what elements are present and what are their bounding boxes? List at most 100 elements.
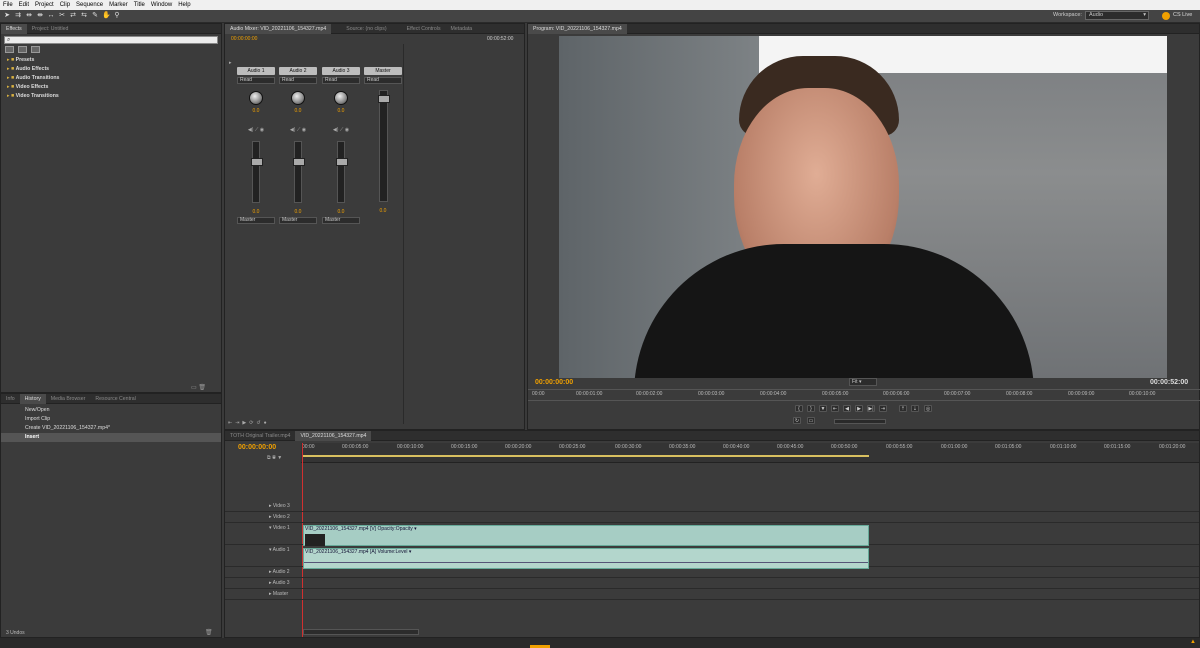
pan-knob[interactable] (334, 91, 348, 105)
pan-value[interactable]: 0.0 (322, 108, 360, 114)
mute-solo-record-icons[interactable]: ◀) ⟋ ◉ (279, 127, 317, 133)
fader-handle[interactable] (336, 158, 348, 166)
yuv-effects-icon[interactable] (31, 46, 40, 53)
pan-knob[interactable] (249, 91, 263, 105)
video-clip[interactable]: VID_20221106_154327.mp4 [V] Opacity:Opac… (303, 525, 869, 546)
tab-metadata[interactable]: Metadata (446, 24, 478, 34)
automation-select[interactable]: Read (279, 77, 317, 84)
safe-margins-icon[interactable]: ▭ (807, 417, 815, 424)
32bit-effects-icon[interactable] (18, 46, 27, 53)
marker-icon[interactable]: ▼ (819, 405, 827, 412)
zoom-slider[interactable] (303, 629, 419, 635)
tab-effect-controls[interactable]: Effect Controls (402, 24, 446, 34)
timeline-timecode[interactable]: 00:00:00:00 (238, 444, 276, 451)
timeline-ruler[interactable]: 00:00 00:00:05:00 00:00:10:00 00:00:15:0… (301, 443, 1199, 463)
cs-live-link[interactable]: CS Live (1173, 12, 1192, 18)
step-back-icon[interactable]: ◀ (843, 405, 851, 412)
trash-icon[interactable]: 🗑 (205, 629, 213, 636)
rolling-edit-icon[interactable]: ⇼ (36, 12, 44, 20)
tab-info[interactable]: Info (1, 394, 20, 404)
razor-icon[interactable]: ✂ (58, 12, 66, 20)
tab-resource-central[interactable]: Resource Central (90, 394, 140, 404)
tree-item-audio-effects[interactable]: Audio Effects (1, 65, 221, 74)
level-value[interactable]: 0.0 (322, 209, 360, 215)
level-value[interactable]: 0.0 (279, 209, 317, 215)
fader-handle[interactable] (251, 158, 263, 166)
effects-search-input[interactable]: ⌕ (4, 36, 218, 44)
expand-arrow-icon[interactable]: ▸ (229, 60, 232, 66)
step-forward-icon[interactable]: ▶| (867, 405, 875, 412)
work-area-bar[interactable] (303, 455, 869, 457)
go-to-out-icon[interactable]: ⇥ (879, 405, 887, 412)
history-item[interactable]: New/Open (1, 406, 221, 415)
menu-sequence[interactable]: Sequence (76, 2, 103, 8)
loop-icon[interactable]: ↻ (793, 417, 801, 424)
menu-edit[interactable]: Edit (19, 2, 29, 8)
tree-item-presets[interactable]: Presets (1, 56, 221, 65)
mark-in-icon[interactable]: { (795, 405, 803, 412)
workspace-select[interactable]: Audio ▾ (1085, 11, 1149, 20)
lift-icon[interactable]: ⇡ (899, 405, 907, 412)
play-icon[interactable]: ▶ (855, 405, 863, 412)
menu-project[interactable]: Project (35, 2, 54, 8)
rate-stretch-icon[interactable]: ↔ (47, 12, 55, 20)
fit-select[interactable]: Fit ▾ (849, 378, 877, 386)
level-value[interactable]: 0.0 (237, 209, 275, 215)
menu-file[interactable]: File (3, 2, 13, 8)
pen-icon[interactable]: ✎ (91, 12, 99, 20)
fader-handle[interactable] (293, 158, 305, 166)
snap-marker-icons[interactable]: ⧉ ◉ ▼ (267, 455, 282, 461)
slide-icon[interactable]: ⇆ (80, 12, 88, 20)
mixer-transport-icons[interactable]: ⇤⇥▶⟳↺● (228, 420, 270, 426)
volume-fader[interactable] (293, 141, 305, 203)
menu-title[interactable]: Title (134, 2, 145, 8)
menu-help[interactable]: Help (178, 2, 190, 8)
output-select[interactable]: Master (322, 217, 360, 224)
new-bin-icon[interactable]: ▭ 🗑 (191, 384, 206, 391)
history-item[interactable]: Create VID_20221106_154327.mp4* (1, 424, 221, 433)
tab-project[interactable]: Project: Untitled (27, 24, 74, 34)
tab-source[interactable]: Source: (no clips) (341, 24, 391, 34)
mute-solo-record-icons[interactable]: ◀) ⟋ ◉ (237, 127, 275, 133)
tab-history[interactable]: History (19, 393, 46, 404)
mute-solo-record-icons[interactable]: ◀) ⟋ ◉ (322, 127, 360, 133)
hand-icon[interactable]: ✋ (102, 12, 111, 20)
tree-item-video-transitions[interactable]: Video Transitions (1, 92, 221, 101)
warning-icon[interactable]: ▲ (1190, 639, 1196, 645)
pan-value[interactable]: 0.0 (279, 108, 317, 114)
tab-media-browser[interactable]: Media Browser (46, 394, 91, 404)
tab-sequence-trailer[interactable]: TOTH Original Trailer.mp4 (225, 431, 295, 441)
audio-clip[interactable]: VID_20221106_154327.mp4 [A] Volume:Level… (303, 548, 869, 569)
volume-fader[interactable] (336, 141, 348, 203)
tab-program[interactable]: Program: VID_20221106_154327.mp4 (528, 23, 627, 34)
program-ruler[interactable]: 00:00 00:00:01:00 00:00:02:00 00:00:03:0… (528, 389, 1200, 401)
tree-item-audio-transitions[interactable]: Audio Transitions (1, 74, 221, 83)
output-select[interactable]: Master (237, 217, 275, 224)
program-timecode[interactable]: 00:00:00:00 (535, 379, 573, 386)
slip-icon[interactable]: ⇄ (69, 12, 77, 20)
pan-value[interactable]: 0.0 (237, 108, 275, 114)
track-select-icon[interactable]: ⇉ (14, 12, 22, 20)
volume-fader[interactable] (251, 141, 263, 203)
mark-out-icon[interactable]: } (807, 405, 815, 412)
selection-tool-icon[interactable]: ➤ (3, 12, 11, 20)
menu-clip[interactable]: Clip (60, 2, 70, 8)
master-level-value[interactable]: 0.0 (364, 208, 402, 214)
automation-select[interactable]: Read (364, 77, 402, 84)
pan-knob[interactable] (291, 91, 305, 105)
tab-effects[interactable]: Effects (1, 23, 27, 34)
automation-select[interactable]: Read (237, 77, 275, 84)
menu-window[interactable]: Window (151, 2, 172, 8)
zoom-icon[interactable]: ⚲ (113, 12, 121, 20)
automation-select[interactable]: Read (322, 77, 360, 84)
menu-marker[interactable]: Marker (109, 2, 128, 8)
ripple-edit-icon[interactable]: ⇹ (25, 12, 33, 20)
history-item-selected[interactable]: Insert (1, 433, 221, 442)
tab-audio-mixer[interactable]: Audio Mixer: VID_20221106_154327.mp4 (225, 23, 332, 34)
extract-icon[interactable]: ⇣ (911, 405, 919, 412)
output-select[interactable]: Master (279, 217, 317, 224)
fader-handle[interactable] (377, 95, 390, 103)
master-fader[interactable] (377, 90, 390, 202)
accelerated-effects-icon[interactable] (5, 46, 14, 53)
export-frame-icon[interactable]: ◎ (924, 405, 932, 412)
